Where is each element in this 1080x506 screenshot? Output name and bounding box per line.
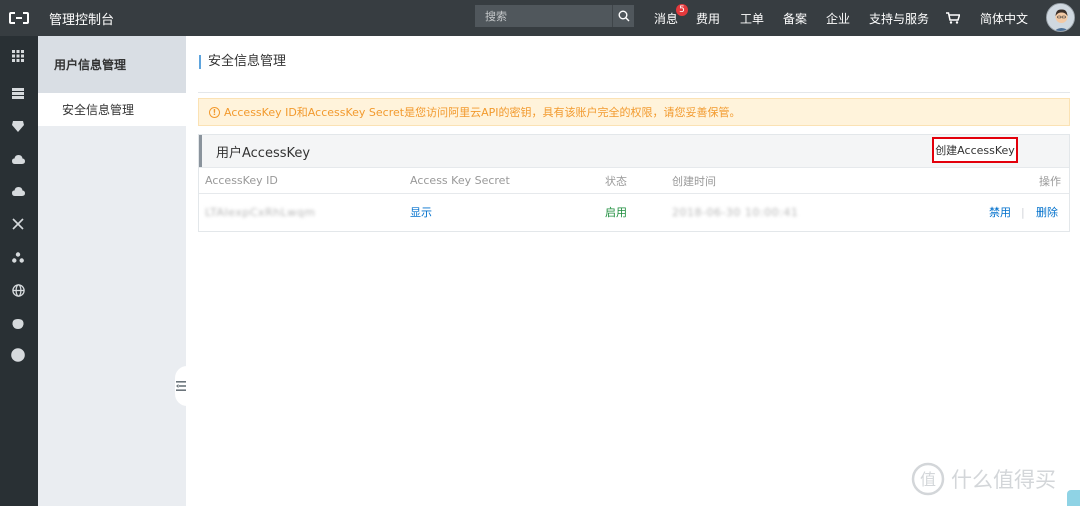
- globe-icon[interactable]: [10, 282, 26, 298]
- column-header-status: 状态: [605, 174, 627, 188]
- all-products-icon[interactable]: [10, 48, 26, 64]
- panel-title: 用户AccessKey: [216, 145, 311, 161]
- table-row: LTAIexpCxRhLwqm 显示 启用 2018-06-30 10:00:4…: [199, 194, 1069, 230]
- created-time-cell: 2018-06-30 10:00:41: [672, 205, 799, 219]
- search-input[interactable]: [475, 5, 612, 27]
- cart-icon: [946, 12, 960, 24]
- panel-header: 用户AccessKey 创建AccessKey: [199, 135, 1069, 167]
- search-icon: [618, 10, 629, 22]
- action-separator: |: [1021, 205, 1025, 219]
- nav-icp-label: 备案: [783, 11, 808, 26]
- show-secret-link[interactable]: 显示: [410, 194, 432, 230]
- accesskey-panel: 用户AccessKey 创建AccessKey AccessKey ID Acc…: [198, 134, 1070, 232]
- console-title[interactable]: 管理控制台: [49, 9, 114, 28]
- watermark-logo-icon: 值: [911, 462, 945, 496]
- language-selector[interactable]: 简体中文: [980, 0, 1028, 36]
- site-watermark: 值 什么值得买: [911, 462, 1056, 496]
- main-content: 安全信息管理 ! AccessKey ID和AccessKey Secret是您…: [186, 36, 1080, 506]
- status-badge: 启用: [605, 206, 627, 219]
- column-header-accesskey-id: AccessKey ID: [205, 174, 278, 187]
- database-icon[interactable]: [10, 118, 26, 134]
- cloud-upload-icon[interactable]: [10, 183, 26, 199]
- secondary-sidebar: 用户信息管理 安全信息管理: [38, 36, 186, 506]
- aliyun-logo-icon[interactable]: [0, 0, 38, 36]
- nav-billing-label: 费用: [696, 11, 721, 26]
- create-accesskey-button[interactable]: 创建AccessKey: [932, 137, 1018, 163]
- disable-key-link[interactable]: 禁用: [989, 194, 1011, 230]
- language-label: 简体中文: [980, 11, 1029, 26]
- message-count-badge: 5: [676, 4, 688, 16]
- warning-icon: !: [209, 106, 220, 118]
- notice-text: AccessKey ID和AccessKey Secret是您访问阿里云API的…: [224, 106, 741, 119]
- security-notice: ! AccessKey ID和AccessKey Secret是您访问阿里云AP…: [198, 98, 1070, 126]
- server-icon[interactable]: [10, 85, 26, 101]
- nav-tickets-label: 工单: [740, 11, 765, 26]
- sidebar-item-label: 安全信息管理: [62, 103, 135, 117]
- search-box: [475, 5, 634, 27]
- svg-text:值: 值: [920, 470, 936, 489]
- network-icon[interactable]: [10, 216, 26, 232]
- nav-enterprise-label: 企业: [826, 11, 851, 26]
- sidebar-item-security-info[interactable]: 安全信息管理: [38, 93, 186, 126]
- watermark-text: 什么值得买: [951, 468, 1056, 492]
- top-bar: 管理控制台 消息 5 费用 工单 备案 企业 支持与服务 简体中文: [0, 0, 1080, 36]
- nav-tickets[interactable]: 工单: [740, 0, 764, 36]
- column-header-created: 创建时间: [672, 174, 716, 188]
- column-header-actions: 操作: [1039, 174, 1061, 188]
- sidebar-header: 用户信息管理: [38, 36, 186, 93]
- security-icon[interactable]: [10, 315, 26, 331]
- nav-enterprise[interactable]: 企业: [826, 0, 850, 36]
- nav-messages[interactable]: 消息 5: [654, 0, 688, 36]
- table-header: AccessKey ID Access Key Secret 状态 创建时间 操…: [199, 167, 1069, 194]
- nav-messages-label: 消息: [654, 11, 679, 26]
- cart-button[interactable]: [946, 0, 960, 36]
- nav-support-label: 支持与服务: [869, 11, 930, 26]
- delete-key-link[interactable]: 删除: [1036, 194, 1058, 230]
- collapse-sidebar-icon: [176, 381, 186, 391]
- product-nav-rail: [0, 36, 38, 506]
- more-products-icon[interactable]: [10, 347, 26, 363]
- title-divider: [198, 92, 1070, 93]
- page-title: 安全信息管理: [199, 55, 286, 69]
- nav-billing[interactable]: 费用: [696, 0, 720, 36]
- nav-icp[interactable]: 备案: [783, 0, 807, 36]
- feedback-tab[interactable]: [1067, 490, 1080, 506]
- cluster-icon[interactable]: [10, 249, 26, 265]
- search-button[interactable]: [612, 5, 634, 27]
- nav-support[interactable]: 支持与服务: [869, 0, 929, 36]
- avatar[interactable]: [1046, 3, 1075, 32]
- column-header-secret: Access Key Secret: [410, 174, 510, 187]
- accesskey-id-cell: LTAIexpCxRhLwqm: [205, 205, 316, 219]
- cloud-storage-icon[interactable]: [10, 151, 26, 167]
